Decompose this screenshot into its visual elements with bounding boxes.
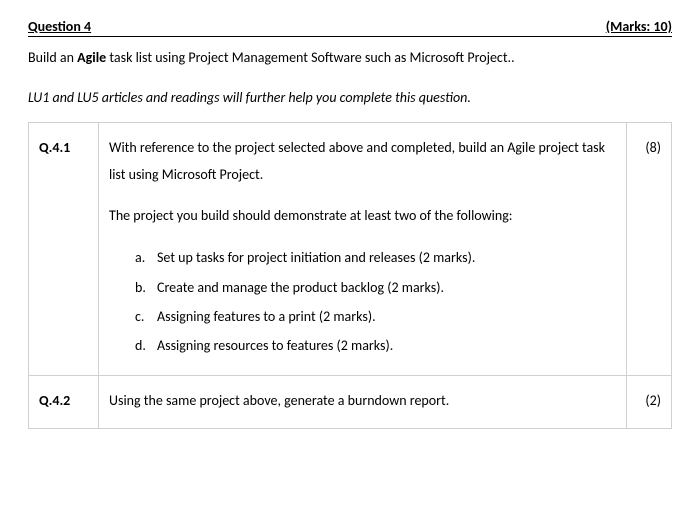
- list-item: d. Assigning resources to features (2 mar…: [135, 331, 616, 360]
- question-total-marks: (Marks: 10): [606, 18, 672, 35]
- subquestion-number: Q.4.1: [29, 123, 99, 375]
- q41-paragraph-2: The project you build should demonstrate…: [109, 203, 616, 230]
- list-text: Create and manage the product backlog (2…: [157, 279, 444, 296]
- subquestion-number: Q.4.2: [29, 375, 99, 429]
- q41-paragraph-1: With reference to the project selected a…: [109, 135, 616, 188]
- list-label: a.: [135, 243, 145, 272]
- list-label: d.: [135, 331, 146, 360]
- list-label: b.: [135, 273, 146, 302]
- q42-paragraph-1: Using the same project above, generate a…: [109, 388, 616, 415]
- list-item: c. Assigning features to a print (2 marks…: [135, 302, 616, 331]
- q41-list: a. Set up tasks for project initiation an…: [109, 243, 616, 361]
- list-label: c.: [135, 302, 144, 331]
- subquestion-body: Using the same project above, generate a…: [99, 375, 627, 429]
- list-item: a. Set up tasks for project initiation an…: [135, 243, 616, 272]
- table-row: Q.4.1 With reference to the project sele…: [29, 123, 672, 375]
- subquestion-body: With reference to the project selected a…: [99, 123, 627, 375]
- table-row: Q.4.2 Using the same project above, gene…: [29, 375, 672, 429]
- list-text: Set up tasks for project initiation and …: [157, 249, 475, 266]
- subquestion-table: Q.4.1 With reference to the project sele…: [28, 122, 672, 429]
- intro-bold: Agile: [77, 49, 106, 66]
- question-header: Question 4 (Marks: 10): [28, 18, 672, 37]
- list-item: b. Create and manage the product backlog …: [135, 273, 616, 302]
- subquestion-marks: (8): [627, 123, 672, 375]
- list-text: Assigning features to a print (2 marks).: [157, 308, 376, 325]
- question-intro: Build an Agile task list using Project M…: [28, 47, 672, 69]
- question-hint: LU1 and LU5 articles and readings will f…: [28, 87, 672, 108]
- subquestion-marks: (2): [627, 375, 672, 429]
- intro-post: task list using Project Management Softw…: [106, 49, 514, 66]
- intro-pre: Build an: [28, 49, 77, 66]
- list-text: Assigning resources to features (2 marks…: [157, 337, 393, 354]
- question-number-title: Question 4: [28, 18, 91, 35]
